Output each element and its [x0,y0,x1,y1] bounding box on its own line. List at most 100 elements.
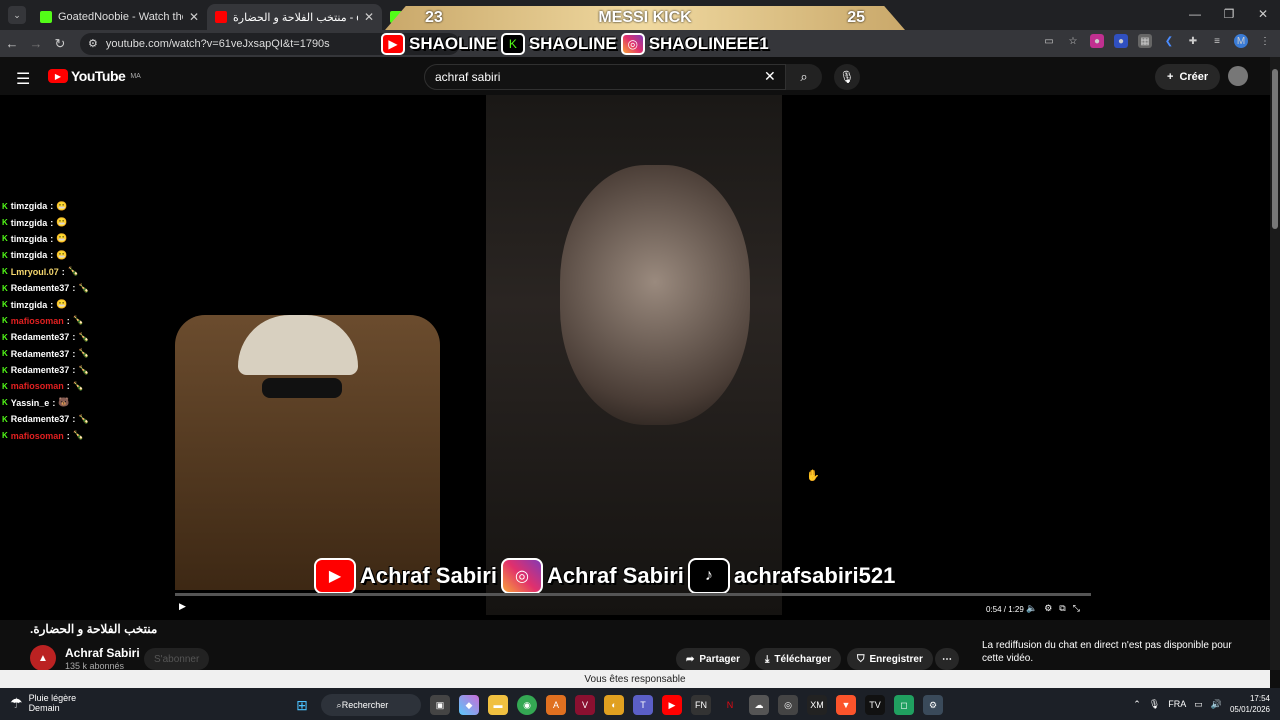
kick-icon: K [2,218,8,228]
app-icon[interactable]: XM [807,695,827,715]
play-logo-icon: ▶ [48,69,68,83]
clock-time: 17:54 [1249,694,1270,703]
chat-username: Redamente37 [10,414,70,425]
microphone-icon[interactable]: 🎙 [834,64,860,90]
profile-icon[interactable]: M [1234,34,1248,48]
chat-username: timzgida [10,217,48,228]
app-icon[interactable]: V [575,695,595,715]
brave-icon[interactable]: ▼ [836,695,856,715]
teams-icon[interactable]: T [633,695,653,715]
settings-icon[interactable]: ⚙ [1044,603,1052,614]
app-icon[interactable]: ◐ [604,695,624,715]
app-icon[interactable]: A [546,695,566,715]
chat-message: Ktimzgida: 😬 [2,214,202,230]
hamburger-icon[interactable]: ☰ [16,69,30,89]
tab-search-button[interactable]: ⌄ [8,6,26,24]
save-button[interactable]: ⛉ Enregistrer [847,648,933,670]
chat-separator: : [66,315,70,326]
chevron-up-icon[interactable]: ⌃ [1133,699,1141,710]
instagram-icon: ◎ [500,558,543,594]
video-player[interactable]: Ktimzgida: 😬 Ktimzgida: 😬 Ktimzgida: 😬 Ktimzgi… [0,95,1270,620]
extension-icon[interactable]: ▦ [1138,34,1152,48]
volume-tray-icon[interactable]: 🔊 [1211,699,1222,710]
menu-icon[interactable]: ⋮ [1258,34,1272,48]
channel-avatar[interactable]: ▲ [30,645,56,671]
app-icon[interactable]: ☁ [749,695,769,715]
extension-icon[interactable]: ● [1090,34,1104,48]
weather-widget[interactable]: ☂ Pluie légère Demain [10,693,76,713]
play-icon[interactable]: ▶ [179,601,186,612]
channel-name[interactable]: Achraf Sabiri [65,646,140,660]
netflix-icon[interactable]: N [720,695,740,715]
chat-separator: : [50,250,54,261]
progress-bar[interactable] [175,593,1091,596]
notice-bar: Vous êtes responsable [0,670,1270,688]
youtube-logo[interactable]: ▶ YouTube MA [48,68,141,84]
reading-list-icon[interactable]: ≡ [1210,34,1224,48]
subscribe-button[interactable]: S'abonner [144,648,210,670]
app-icon[interactable]: FN [691,695,711,715]
tab-label: منتخب الفلاحة و الحضارة - e [233,11,358,24]
taskbar-search[interactable]: ⌕ Rechercher [321,694,421,716]
forward-icon[interactable]: → [24,36,48,51]
chat-emote: 🍾 [78,364,90,375]
taskbar-apps: ⊞ ⌕ Rechercher ▣ ◆ ▬ ◉ A V ◐ T ▶ FN N ☁ … [292,694,943,716]
chat-message: Ktimzgida: 😬 [2,231,202,247]
chat-separator: : [72,365,76,376]
search-input[interactable]: achraf sabiri [424,64,786,90]
task-view-icon[interactable]: ▣ [430,695,450,715]
search-button[interactable]: ⌕ [786,64,822,90]
maximize-icon[interactable]: ❐ [1212,0,1246,28]
tradingview-icon[interactable]: TV [865,695,885,715]
tab-label: GoatedNoobie - Watch the VO [58,11,183,23]
chat-username: mafiosoman [10,315,64,326]
page-scrollbar[interactable] [1270,57,1280,670]
clock[interactable]: 17:54 05/01/2026 [1230,693,1270,715]
chat-message: K Lmryoul.07: 🍾 [2,264,202,280]
mic-tray-icon[interactable]: 🎙 [1149,699,1160,710]
site-info-icon[interactable]: ⚙ [88,37,98,50]
chat-username: Lmryoul.07 [10,266,59,277]
chrome-icon[interactable]: ◉ [517,695,537,715]
back-icon[interactable]: ← [0,36,24,51]
puzzle-icon[interactable]: ✚ [1186,34,1200,48]
youtube-app-icon[interactable]: ▶ [662,695,682,715]
settings-app-icon[interactable]: ⚙ [923,695,943,715]
miniplayer-icon[interactable]: ⧉ [1059,603,1065,614]
tab-goatednoobie[interactable]: GoatedNoobie - Watch the VO ✕ [32,4,207,30]
extension-icon[interactable]: ❮ [1162,34,1176,48]
more-actions-button[interactable]: ⋯ [935,648,959,670]
close-window-icon[interactable]: ✕ [1246,0,1280,28]
chat-separator: : [72,283,76,294]
close-icon[interactable]: ✕ [189,10,199,24]
windows-start-icon[interactable]: ⊞ [292,695,312,715]
clear-search-icon[interactable]: ✕ [764,68,776,85]
cast-icon[interactable]: ▭ [1042,34,1056,48]
app-icon[interactable]: ◎ [778,695,798,715]
download-button[interactable]: ⤓ Télécharger [755,648,842,670]
tab-youtube[interactable]: منتخب الفلاحة و الحضارة - e ✕ [207,4,382,30]
streamer-glasses [262,378,342,398]
chat-username: Redamente37 [10,332,70,343]
volume-icon[interactable]: 🔈 [1026,603,1037,614]
url-text: youtube.com/watch?v=61veJxsapQI&t=1790s [105,37,330,50]
copilot-icon[interactable]: ◆ [459,695,479,715]
network-icon[interactable]: ▭ [1194,699,1203,710]
chat-emote: 😬 [56,233,68,244]
fullscreen-exit-icon[interactable]: ⤡ [1073,603,1080,614]
chat-message: Kmafiosoman: 🍾 [2,427,202,443]
file-explorer-icon[interactable]: ▬ [488,695,508,715]
kick-icon: K [2,414,8,424]
extension-icon[interactable]: ● [1114,34,1128,48]
app-icon[interactable]: ◻ [894,695,914,715]
reload-icon[interactable]: ↻ [48,36,72,52]
share-button[interactable]: ➦ Partager [676,648,750,670]
plus-icon: + [1167,71,1174,83]
avatar[interactable] [1228,66,1248,86]
scrollbar-thumb[interactable] [1272,69,1278,229]
close-icon[interactable]: ✕ [364,10,374,24]
create-button[interactable]: + Créer [1155,64,1221,90]
language-indicator[interactable]: FRA [1168,699,1186,709]
minimize-icon[interactable]: — [1178,0,1212,28]
bookmark-star-icon[interactable]: ☆ [1066,34,1080,48]
